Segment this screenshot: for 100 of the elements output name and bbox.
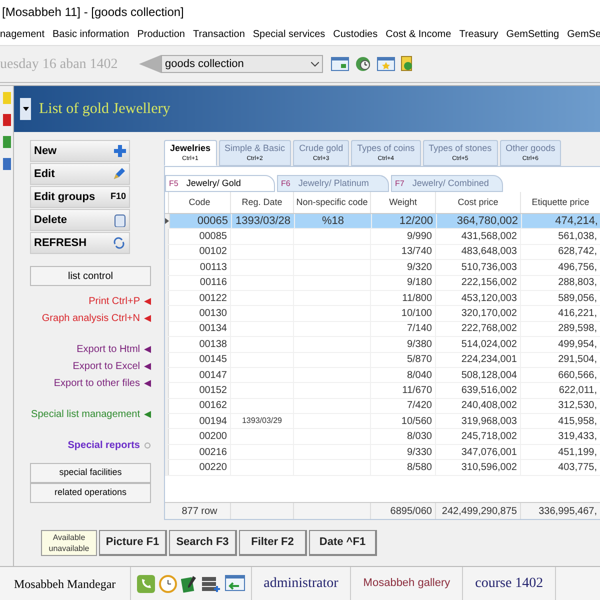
list-title: List of gold Jewellery: [39, 100, 170, 119]
column-header[interactable]: Weight: [371, 192, 436, 213]
menu-item[interactable]: Cost & Income: [386, 27, 452, 42]
menu-item[interactable]: Production: [137, 27, 185, 42]
menu-link[interactable]: Graph analysis Ctrl+N: [42, 311, 140, 326]
menu-link[interactable]: Print Ctrl+P: [88, 294, 140, 309]
menu-link[interactable]: Special list management: [31, 407, 140, 422]
action-button[interactable]: New: [30, 140, 130, 162]
footer-total: 336,995,467,: [538, 504, 597, 518]
menu-item[interactable]: Custodies: [333, 27, 378, 42]
function-button[interactable]: Filter F2: [239, 530, 307, 556]
table-row[interactable]: 00147 8/040 508,128,004 660,566,: [165, 368, 600, 384]
pen-icon: [112, 167, 126, 181]
tile-icon[interactable]: [2, 92, 10, 104]
phone-icon[interactable]: [136, 574, 155, 592]
tile-icon[interactable]: [2, 158, 10, 170]
row-pointer-icon: [165, 218, 169, 224]
special-reports-link[interactable]: Special reports: [68, 438, 140, 453]
menu-link[interactable]: Export to Html: [76, 342, 140, 357]
globe-clock-icon[interactable]: [355, 56, 371, 72]
table-row[interactable]: 00134 7/140 222,768,002 289,598,: [165, 322, 600, 338]
table-cell-text: 10/560: [401, 414, 432, 429]
table-cell-text: 00162: [199, 399, 227, 414]
table-row[interactable]: 00130 10/100 320,170,002 416,221,: [165, 306, 600, 322]
table-cell-text: 628,742,: [558, 245, 597, 260]
side-button[interactable]: special facilities: [30, 463, 151, 483]
column-header[interactable]: Code: [169, 192, 231, 213]
menu-link[interactable]: Export to other files: [54, 376, 140, 391]
action-button[interactable]: REFRESH: [30, 232, 130, 254]
menu-item[interactable]: Basic information: [52, 27, 130, 42]
dropdown-toggle[interactable]: [20, 98, 31, 120]
table-row[interactable]: 00113 9/320 510,736,003 496,756,: [165, 260, 600, 276]
table-row[interactable]: 00145 5/870 224,234,001 291,504,: [165, 352, 600, 368]
side-button[interactable]: related operations: [30, 483, 151, 503]
table-row[interactable]: 00152 11/670 639,516,002 622,011,: [165, 383, 600, 399]
company-name: Mosabbeh gallery: [351, 567, 464, 600]
window-icon[interactable]: [331, 57, 349, 71]
table-cell-text: 9/330: [406, 446, 432, 460]
menu-item[interactable]: Treasury: [459, 27, 498, 42]
function-button[interactable]: Search F3: [169, 530, 237, 556]
caret-down-icon: [22, 107, 28, 111]
table-cell-text: 00113: [200, 260, 227, 275]
footer-total: 877 row: [182, 504, 218, 518]
function-button[interactable]: Picture F1: [99, 530, 167, 556]
table-row[interactable]: 00085 9/990 431,568,002 561,038,: [165, 229, 600, 245]
module-dropdown[interactable]: goods collection: [161, 55, 323, 73]
table-row[interactable]: 00162 7/420 240,408,002 312,530,: [165, 398, 600, 414]
table-cell-text: 451,199,: [558, 446, 597, 460]
table-row[interactable]: 00065 1393/03/28 %18 12/200 364,780,002 474,214,: [165, 214, 600, 230]
chevron-down-icon: [311, 62, 319, 66]
table-cell-text: 483,648,003: [461, 245, 517, 260]
table-cell-text: 9/380: [406, 338, 432, 352]
table-cell-text: 00194: [199, 414, 227, 429]
table-cell-text: 00220: [199, 460, 227, 475]
table-row[interactable]: 00220 8/580 310,596,002 403,775,: [165, 460, 600, 476]
stacked-servers-icon[interactable]: [200, 574, 221, 592]
table-cell-text: 9/180: [406, 276, 432, 290]
table-row[interactable]: 00216 9/330 347,076,001 451,199,: [165, 444, 600, 460]
list-control-button[interactable]: list control: [30, 266, 151, 286]
subcategory-tab[interactable]: F6 Jewelry/ Platinum: [277, 175, 389, 192]
footer-total: 242,499,290,875: [442, 504, 517, 518]
table-cell-text: 589,056,: [558, 292, 597, 306]
column-header[interactable]: Reg. Date: [231, 192, 294, 213]
table-row[interactable]: 00122 11/800 453,120,003 589,056,: [165, 290, 600, 306]
availability-toggle[interactable]: Available unavailable: [41, 530, 97, 556]
table-cell-text: 403,775,: [558, 460, 597, 475]
table-row[interactable]: 00138 9/380 514,024,002 499,954,: [165, 337, 600, 353]
table-cell-text: 00216: [199, 446, 227, 460]
action-button[interactable]: Edit: [30, 163, 130, 185]
subcategory-tab[interactable]: F5 Jewelry/ Gold: [165, 175, 275, 192]
table-cell-text: 222,768,002: [461, 322, 517, 336]
table-row[interactable]: 00102 13/740 483,648,003 628,742,: [165, 244, 600, 260]
notebook-pen-icon[interactable]: [180, 574, 197, 592]
table-cell-text: 00145: [199, 353, 227, 368]
menu-item[interactable]: GemSetting: [506, 27, 560, 42]
table-row[interactable]: 00200 8/030 245,718,002 319,433,: [165, 429, 600, 445]
tile-icon[interactable]: [2, 136, 10, 148]
user-name: Mosabbeh Mandegar: [0, 567, 131, 600]
table-cell-text: 11/670: [402, 384, 432, 398]
menu-link[interactable]: Export to Excel: [72, 359, 140, 374]
column-header[interactable]: Etiquette price: [521, 192, 600, 213]
table-cell-text: 431,568,002: [461, 230, 517, 244]
menu-item[interactable]: Transaction: [193, 27, 245, 42]
table-row[interactable]: 00116 9/180 222,156,002 288,803,: [165, 276, 600, 291]
table-cell-text: 00134: [199, 322, 227, 336]
table-cell-text: 222,156,002: [461, 276, 517, 290]
table-row[interactable]: 00194 1393/03/29 10/560 319,968,003 415,958,: [165, 414, 600, 430]
column-header[interactable]: Non-specific code: [294, 192, 371, 213]
table-cell-text: 12/200: [399, 214, 433, 229]
action-button[interactable]: Delete: [30, 209, 130, 231]
table-cell-text: 00102: [199, 245, 227, 260]
function-button[interactable]: Date ^F1: [309, 530, 377, 556]
menu-item[interactable]: Special services: [252, 27, 326, 42]
tile-icon[interactable]: [2, 114, 10, 126]
table-cell-text: %18: [322, 214, 344, 229]
action-button[interactable]: Edit groups F10: [30, 186, 130, 208]
table-cell-text: 00200: [199, 430, 227, 444]
subcategory-tab[interactable]: F7 Jewelry/ Combined: [391, 175, 503, 192]
column-header[interactable]: Cost price: [436, 192, 521, 213]
menu-item[interactable]: nagement: [0, 27, 44, 42]
